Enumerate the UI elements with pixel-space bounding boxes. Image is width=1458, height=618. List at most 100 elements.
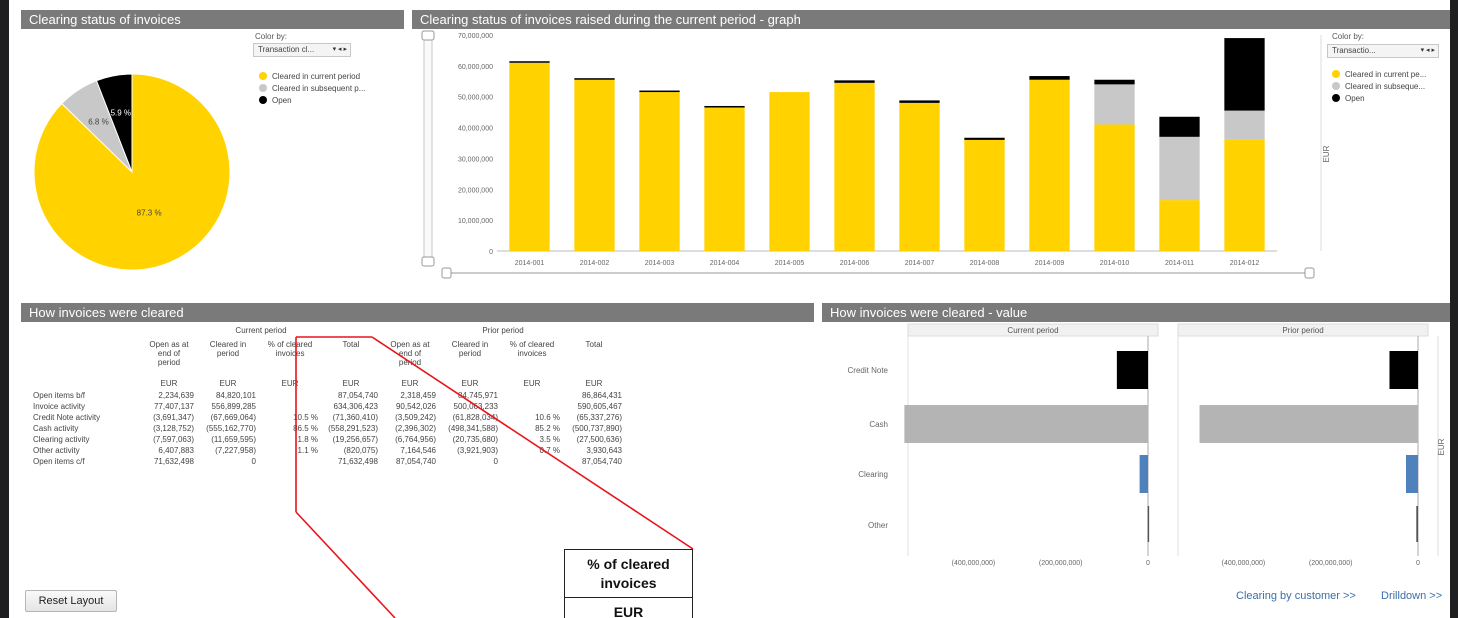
- hbar-other[interactable]: [1147, 506, 1150, 542]
- x-tick-label: 2014-002: [580, 260, 610, 267]
- table-cell: 590,605,467: [577, 402, 623, 411]
- slider-handle-right[interactable]: [1304, 267, 1315, 279]
- vertical-range-slider[interactable]: [423, 32, 433, 260]
- bar-legend-item[interactable]: Open: [1332, 93, 1365, 104]
- table-row[interactable]: Credit Note activity (3,691,347) (67,669,0…: [33, 412, 625, 423]
- column-header: Total: [321, 336, 381, 376]
- bar-segment-cleared-in-current-pe[interactable]: [964, 139, 1005, 251]
- bar-color-by-label: Color by:: [1332, 32, 1365, 41]
- slider-handle-top[interactable]: [421, 30, 435, 41]
- table-row[interactable]: Open items b/f 2,234,639 84,820,101 87,054,…: [33, 390, 625, 401]
- hbar-cash[interactable]: [904, 405, 1148, 443]
- column-header: Total: [563, 336, 625, 376]
- pie-legend-item[interactable]: Cleared in current period: [259, 71, 360, 82]
- bar-segment-cleared-in-current-pe[interactable]: [1094, 124, 1135, 251]
- bar-segment-open[interactable]: [834, 80, 875, 83]
- column-header: Cleared in period: [197, 336, 259, 376]
- bar-legend-item[interactable]: Cleared in subseque...: [1332, 81, 1425, 92]
- bar-segment-cleared-in-current-pe[interactable]: [899, 102, 940, 251]
- table-row[interactable]: Cash activity (3,128,752) (555,162,770) 86.…: [33, 423, 625, 434]
- hbar-other[interactable]: [1416, 506, 1418, 542]
- bar-segment-cleared-in-subseque[interactable]: [1094, 84, 1135, 125]
- y-tick-label: 40,000,000: [458, 126, 493, 133]
- bar-segment-open[interactable]: [639, 90, 680, 93]
- bar-segment-cleared-in-current-pe[interactable]: [509, 62, 550, 252]
- table-row[interactable]: Clearing activity (7,597,063) (11,659,595)…: [33, 434, 625, 445]
- x-tick-label: 2014-012: [1230, 260, 1260, 267]
- bar-legend-item[interactable]: Cleared in current pe...: [1332, 69, 1426, 80]
- column-header-line: period: [398, 358, 422, 367]
- bar-segment-cleared-in-current-pe[interactable]: [1029, 79, 1070, 251]
- bar-segment-cleared-in-current-pe[interactable]: [1224, 139, 1265, 251]
- table-cell: (500,737,890): [572, 424, 622, 433]
- table-cell: (3,691,347): [153, 413, 194, 422]
- bar-segment-open[interactable]: [1029, 76, 1070, 80]
- table-cell: 77,407,137: [153, 402, 194, 411]
- row-label: Clearing activity: [33, 435, 90, 444]
- pie-panel-title: Clearing status of invoices: [21, 10, 404, 29]
- unit-cell: EUR: [401, 378, 419, 388]
- pie-legend-item[interactable]: Cleared in subsequent p...: [259, 83, 365, 94]
- bar-segment-open[interactable]: [1094, 79, 1135, 85]
- pie-legend-item[interactable]: Open: [259, 95, 292, 106]
- bar-segment-open[interactable]: [509, 61, 550, 63]
- y-axis-unit-label: EUR: [1322, 145, 1331, 162]
- pie-chart[interactable]: 87.3 % 6.8 %5.9 %: [27, 60, 237, 280]
- bar-segment-open[interactable]: [1159, 116, 1200, 137]
- table-row[interactable]: Other activity 6,407,883 (7,227,958) 1.1 % (…: [33, 445, 625, 456]
- table-cell: 84,820,101: [215, 391, 256, 400]
- unit-cell: EUR: [219, 378, 237, 388]
- bar-segment-open[interactable]: [574, 78, 615, 80]
- bar-color-by-select[interactable]: Transactio... ▾ ◂ ▸: [1327, 44, 1439, 58]
- table-cell: [501, 390, 563, 401]
- y-tick-label: 60,000,000: [458, 64, 493, 71]
- legend-swatch-icon: [1332, 69, 1340, 78]
- column-header-line: Total: [342, 340, 360, 349]
- dashboard: Clearing status of invoices 87.3 % 6.8 % 5…: [9, 0, 1450, 618]
- hbar-credit-note[interactable]: [1116, 351, 1148, 389]
- bar-segment-cleared-in-current-pe[interactable]: [1159, 200, 1200, 251]
- y-tick-label: 10,000,000: [458, 218, 493, 225]
- legend-swatch-icon: [1332, 81, 1340, 90]
- bar-segment-cleared-in-current-pe[interactable]: [704, 107, 745, 251]
- table-cell: 500,063,233: [453, 402, 499, 411]
- bar-segment-open[interactable]: [704, 105, 745, 108]
- clearing-table[interactable]: Current period Prior period Open as at end …: [33, 325, 625, 467]
- table-row[interactable]: Invoice activity 77,407,137 556,899,285 634…: [33, 401, 625, 412]
- corner-cell: [33, 376, 141, 390]
- hbar-clearing[interactable]: [1139, 455, 1148, 493]
- group-header: Prior period: [482, 326, 524, 335]
- bar-segment-cleared-in-subseque[interactable]: [1224, 110, 1265, 140]
- slider-handle-bottom[interactable]: [421, 256, 435, 267]
- table-cell: (555,162,770): [206, 424, 256, 433]
- table-cell: 1.1 %: [297, 446, 318, 455]
- legend-label: Cleared in subseque...: [1345, 82, 1426, 91]
- bar-segment-open[interactable]: [899, 100, 940, 103]
- bar-segment-cleared-in-current-pe[interactable]: [639, 92, 680, 251]
- table-row[interactable]: Open items c/f 71,632,498 0 71,632,498 87,05…: [33, 456, 625, 467]
- clearing-by-customer-link[interactable]: Clearing by customer >>: [1236, 590, 1356, 602]
- column-header-line: invoices: [517, 349, 547, 358]
- bar-segment-cleared-in-subseque[interactable]: [1159, 136, 1200, 201]
- bar-segment-cleared-in-current-pe[interactable]: [769, 92, 810, 251]
- legend-label: Open: [272, 96, 292, 105]
- bar-segment-cleared-in-current-pe[interactable]: [834, 82, 875, 251]
- y-tick-label: 20,000,000: [458, 187, 493, 194]
- category-label: Other: [868, 521, 888, 530]
- table-cell: 3,930,643: [586, 446, 622, 455]
- drilldown-link[interactable]: Drilldown >>: [1381, 590, 1442, 602]
- bar-segment-cleared-in-current-pe[interactable]: [574, 79, 615, 251]
- column-header: Open as at end of period: [141, 336, 197, 376]
- hbar-credit-note[interactable]: [1389, 351, 1418, 389]
- hbar-cash[interactable]: [1199, 405, 1418, 443]
- bar-segment-open[interactable]: [964, 137, 1005, 140]
- stacked-bar-chart[interactable]: 70,000,000 60,000,000 50,000,000 40,000,000…: [412, 29, 1450, 296]
- bar-segment-open[interactable]: [1224, 38, 1265, 111]
- hbar-clearing[interactable]: [1405, 455, 1418, 493]
- slider-handle-left[interactable]: [441, 267, 452, 279]
- y-tick-label: 50,000,000: [458, 95, 493, 102]
- x-tick-label: 2014-003: [645, 260, 675, 267]
- reset-layout-button[interactable]: Reset Layout: [25, 590, 117, 612]
- horizontal-bar-chart[interactable]: Credit Note Cash Clearing Other Current peri…: [822, 322, 1450, 582]
- pie-color-by-select[interactable]: Transaction cl... ▾ ◂ ▸: [253, 43, 351, 57]
